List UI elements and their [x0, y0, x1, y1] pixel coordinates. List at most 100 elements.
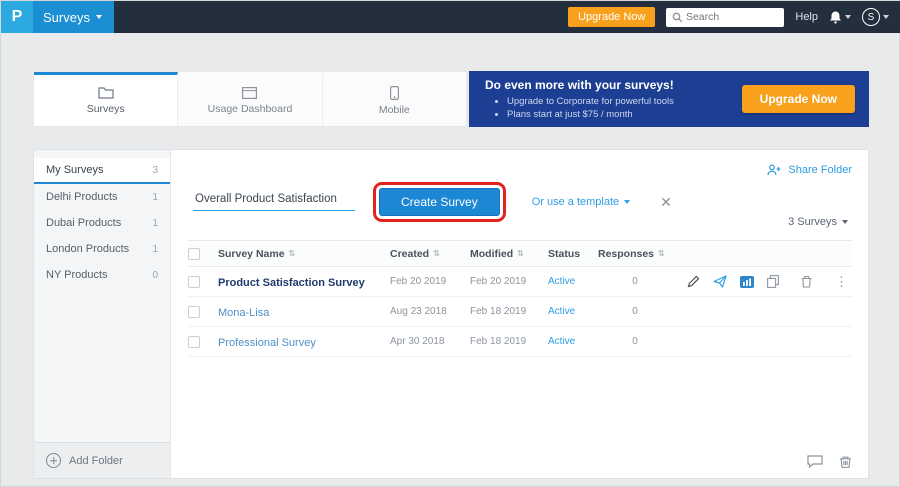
modified-date: Feb 20 2019 — [470, 276, 548, 287]
trash-icon[interactable] — [801, 275, 812, 288]
tab-surveys[interactable]: Surveys — [34, 72, 178, 126]
share-folder-button[interactable]: Share Folder — [767, 164, 852, 176]
new-survey-name-input[interactable] — [193, 193, 355, 211]
folder-label: London Products — [46, 243, 129, 255]
help-link[interactable]: Help — [795, 11, 818, 23]
upgrade-now-button[interactable]: Upgrade Now — [568, 7, 655, 27]
create-survey-wrap: Create Survey — [379, 188, 500, 216]
modified-date: Feb 18 2019 — [470, 336, 548, 347]
promo-bullets: Upgrade to Corporate for powerful tools … — [497, 95, 674, 121]
responses-count: 0 — [598, 336, 672, 347]
promo-bullet: Upgrade to Corporate for powerful tools — [507, 95, 674, 108]
mobile-icon — [390, 86, 399, 100]
folders-sidebar: My Surveys 3 Delhi Products 1 Dubai Prod… — [34, 150, 171, 478]
upgrade-now-banner-button[interactable]: Upgrade Now — [742, 85, 855, 113]
surveys-panel: Share Folder Create Survey Or use a temp… — [171, 150, 868, 478]
chevron-down-icon — [624, 200, 630, 204]
tab-label: Usage Dashboard — [208, 103, 293, 115]
folder-count: 1 — [152, 244, 158, 255]
row-checkbox[interactable] — [188, 336, 200, 348]
sidebar-item-london-products[interactable]: London Products 1 — [34, 236, 170, 262]
tab-mobile[interactable]: Mobile — [323, 72, 466, 126]
sort-icon: ⇅ — [433, 249, 440, 258]
search-icon — [672, 12, 682, 23]
account-menu[interactable]: S — [862, 8, 889, 26]
chevron-down-icon — [96, 15, 102, 19]
folder-icon — [98, 86, 114, 99]
survey-name-link[interactable]: Professional Survey — [218, 337, 316, 349]
survey-name-link[interactable]: Product Satisfaction Survey — [218, 277, 365, 289]
avatar-letter: S — [868, 12, 875, 23]
send-paper-plane-icon[interactable] — [713, 275, 727, 288]
folder-count: 1 — [152, 218, 158, 229]
add-folder-button[interactable]: Add Folder — [34, 442, 170, 478]
status-badge: Active — [548, 276, 598, 287]
surveys-count-label: 3 Surveys — [788, 216, 837, 228]
survey-name-link[interactable]: Mona-Lisa — [218, 307, 269, 319]
folder-label: Delhi Products — [46, 191, 118, 203]
search-input[interactable] — [686, 11, 778, 23]
row-checkbox[interactable] — [188, 306, 200, 318]
sort-icon: ⇅ — [289, 249, 296, 258]
surveys-table: Survey Name⇅ Created⇅ Modified⇅ Status R… — [188, 240, 852, 357]
tab-label: Mobile — [379, 104, 410, 116]
folder-label: NY Products — [46, 269, 108, 281]
sidebar-item-ny-products[interactable]: NY Products 0 — [34, 262, 170, 288]
create-survey-row: Create Survey Or use a template ✕ — [193, 188, 672, 216]
header-survey-name[interactable]: Survey Name⇅ — [218, 248, 390, 260]
add-folder-label: Add Folder — [69, 455, 123, 467]
search-box[interactable] — [666, 8, 784, 27]
edit-pencil-icon[interactable] — [687, 275, 700, 288]
logo-letter: P — [12, 8, 23, 26]
status-badge: Active — [548, 336, 598, 347]
table-row: Product Satisfaction Survey Feb 20 2019 … — [188, 267, 852, 297]
dashboard-icon — [242, 87, 257, 99]
modified-date: Feb 18 2019 — [470, 306, 548, 317]
tab-usage-dashboard[interactable]: Usage Dashboard — [178, 72, 322, 126]
status-badge: Active — [548, 306, 598, 317]
responses-count: 0 — [598, 276, 672, 287]
folder-label: My Surveys — [46, 164, 103, 176]
share-person-icon — [767, 164, 782, 176]
row-actions: ⋮ — [672, 274, 852, 290]
created-date: Aug 23 2018 — [390, 306, 470, 317]
use-template-label: Or use a template — [532, 196, 619, 208]
reports-chart-icon[interactable] — [740, 276, 754, 288]
product-switcher[interactable]: Surveys — [33, 1, 114, 33]
chevron-down-icon — [845, 15, 851, 19]
use-template-link[interactable]: Or use a template — [532, 196, 630, 208]
header-status[interactable]: Status — [548, 248, 598, 260]
plus-circle-icon — [46, 453, 61, 468]
create-survey-button[interactable]: Create Survey — [379, 188, 500, 216]
topbar-right: Upgrade Now Help S — [568, 1, 889, 33]
table-header-row: Survey Name⇅ Created⇅ Modified⇅ Status R… — [188, 240, 852, 267]
app-logo[interactable]: P — [1, 1, 33, 33]
sidebar-item-dubai-products[interactable]: Dubai Products 1 — [34, 210, 170, 236]
close-icon[interactable]: ✕ — [660, 194, 672, 211]
responses-count: 0 — [598, 306, 672, 317]
notifications-menu[interactable] — [829, 10, 851, 24]
section-tabs: Surveys Usage Dashboard Mobile — [33, 71, 467, 127]
header-created[interactable]: Created⇅ — [390, 248, 470, 260]
chevron-down-icon — [883, 15, 889, 19]
feedback-bubble-icon[interactable] — [807, 455, 823, 468]
surveys-count-dropdown[interactable]: 3 Surveys — [788, 216, 848, 228]
trash-bin-icon[interactable] — [839, 455, 852, 468]
header-responses[interactable]: Responses⇅ — [598, 248, 672, 260]
created-date: Feb 20 2019 — [390, 276, 470, 287]
avatar: S — [862, 8, 880, 26]
created-date: Apr 30 2018 — [390, 336, 470, 347]
share-folder-label: Share Folder — [788, 164, 852, 176]
select-all-checkbox[interactable] — [188, 248, 200, 260]
bell-icon — [829, 10, 842, 24]
more-options-icon[interactable]: ⋮ — [835, 274, 848, 290]
copy-icon[interactable] — [767, 275, 779, 288]
folder-count: 3 — [152, 165, 158, 176]
sidebar-item-delhi-products[interactable]: Delhi Products 1 — [34, 184, 170, 210]
promo-bullet: Plans start at just $75 / month — [507, 108, 674, 121]
header-modified[interactable]: Modified⇅ — [470, 248, 548, 260]
row-checkbox[interactable] — [188, 276, 200, 288]
sidebar-item-my-surveys[interactable]: My Surveys 3 — [34, 158, 170, 184]
topbar: P Surveys Upgrade Now Help S — [1, 1, 900, 33]
sort-icon: ⇅ — [517, 249, 524, 258]
